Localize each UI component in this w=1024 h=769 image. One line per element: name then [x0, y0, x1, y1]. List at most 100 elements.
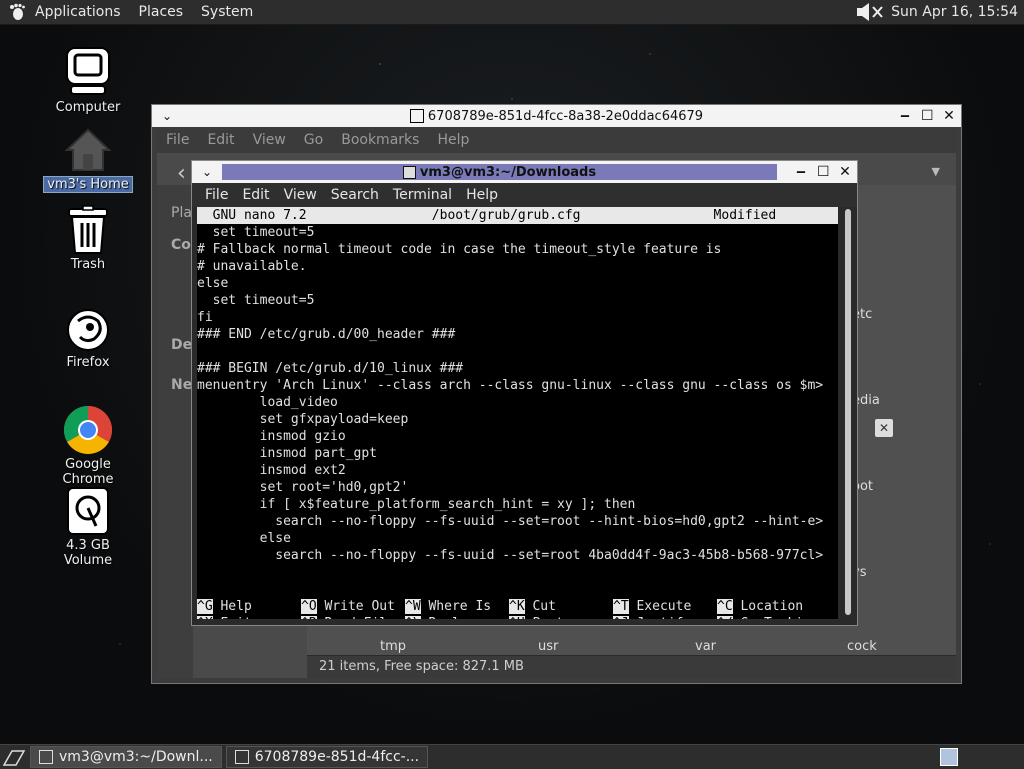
nano-shortcut-key: ^G	[197, 599, 213, 614]
nano-text-line: insmod part_gpt	[197, 446, 378, 461]
nano-editor-buffer[interactable]: set timeout=5 # Fallback normal timeout c…	[197, 224, 838, 564]
nano-shortcut-key: ^X	[197, 616, 213, 619]
term-menu-search[interactable]: Search	[324, 187, 386, 203]
nano-text-line: insmod ext2	[197, 463, 346, 478]
nano-shortcut-label: Paste	[532, 616, 571, 619]
term-menu-file[interactable]: File	[198, 187, 235, 203]
computer-icon	[66, 47, 110, 95]
terminal-scrollbar[interactable]	[844, 207, 852, 619]
nano-text-line: ### END /etc/grub.d/00_header ###	[197, 327, 456, 342]
nano-text-line: set timeout=5	[197, 293, 315, 308]
close-icon[interactable]: ✕	[839, 165, 851, 179]
toolbar-dropdown-icon[interactable]: ▼	[932, 165, 940, 178]
nano-shortcut: ^R Read File	[301, 615, 405, 619]
nano-shortcut: ^O Write Out	[301, 598, 405, 615]
sidebar-places-header: Pla	[171, 205, 192, 221]
term-menu-help[interactable]: Help	[459, 187, 505, 203]
nano-shortcut: ^T Execute	[613, 598, 717, 615]
drive-icon	[67, 487, 109, 535]
nano-shortcut: ^\ Replace	[405, 615, 509, 619]
folder-label-cockpit[interactable]: cock	[847, 639, 877, 654]
terminal-window[interactable]: ⌄ vm3@vm3:~/Downloads ‒ ☐ ✕ File Edit Vi…	[191, 160, 858, 626]
nano-text-line: else	[197, 531, 291, 546]
nano-text-line: fi	[197, 310, 213, 325]
terminal-small-icon	[402, 165, 416, 179]
folder-label-usr[interactable]: usr	[538, 639, 558, 654]
nano-shortcut: ^/ Go To Line	[717, 615, 821, 619]
nano-text-line: search --no-floppy --fs-uuid --set=root …	[197, 548, 824, 563]
file-manager-statusbar: 21 items, Free space: 827.1 MB	[307, 655, 956, 678]
nano-text-line: load_video	[197, 395, 338, 410]
close-small-icon[interactable]: ✕	[875, 419, 893, 437]
window-menu-chevron-icon[interactable]: ⌄	[202, 165, 212, 179]
desktop-icon-home[interactable]: vm3's Home	[38, 126, 138, 193]
terminal-title: vm3@vm3:~/Downloads	[419, 164, 597, 180]
nano-shortcut-label: Justify	[636, 616, 691, 619]
sidebar-network-header: Ne	[171, 377, 193, 393]
nano-shortcut-label: Write Out	[324, 599, 395, 614]
folder-label-var[interactable]: var	[695, 639, 716, 654]
desktop-icon-firefox[interactable]: Firefox	[38, 307, 138, 370]
fm-menu-view[interactable]: View	[244, 132, 295, 148]
nano-shortcut: ^G Help	[197, 598, 301, 615]
fm-menu-file[interactable]: File	[157, 132, 198, 148]
nano-shortcut-key: ^K	[509, 599, 525, 614]
desktop-icon-volume[interactable]: 4.3 GB Volume	[38, 486, 138, 568]
nano-shortcut: ^J Justify	[613, 615, 717, 619]
nano-shortcut-key: ^U	[509, 616, 525, 619]
close-icon[interactable]: ✕	[943, 109, 955, 123]
minimize-icon[interactable]: ‒	[899, 109, 911, 123]
terminal-small-icon	[39, 750, 53, 764]
fm-menu-help[interactable]: Help	[428, 132, 478, 148]
desktop-icon-chrome[interactable]: Google Chrome	[38, 405, 138, 487]
nano-shortcut-label: Read File	[324, 616, 394, 619]
volume-muted-icon[interactable]	[855, 2, 885, 22]
nano-shortcut: ^W Where Is	[405, 598, 509, 615]
system-menu[interactable]: System	[192, 0, 262, 24]
back-chevron-icon[interactable]: ‹	[177, 161, 186, 186]
nano-shortcut-label: Exit	[220, 616, 251, 619]
taskbar-item-label: 6708789e-851d-4fcc-...	[254, 749, 420, 765]
nano-text-line: if [ x$feature_platform_search_hint = xy…	[197, 497, 636, 512]
gnome-foot-icon[interactable]	[8, 3, 26, 21]
nano-shortcut-key: ^/	[717, 616, 733, 619]
window-menu-chevron-icon[interactable]: ⌄	[162, 109, 172, 123]
scrollbar-thumb[interactable]	[845, 209, 851, 615]
term-menu-view[interactable]: View	[277, 187, 324, 203]
folder-label-tmp[interactable]: tmp	[380, 639, 406, 654]
show-desktop-icon[interactable]	[2, 747, 26, 767]
desktop-icon-label: vm3's Home	[43, 176, 133, 193]
nano-text-line	[197, 343, 838, 360]
nano-shortcut-label: Where Is	[428, 599, 492, 614]
term-menu-terminal[interactable]: Terminal	[386, 187, 459, 203]
taskbar-item-terminal[interactable]: vm3@vm3:~/Downl...	[30, 746, 222, 768]
nano-shortcut-key: ^C	[717, 599, 733, 614]
terminal-titlebar[interactable]: ⌄ vm3@vm3:~/Downloads ‒ ☐ ✕	[192, 161, 857, 183]
maximize-icon[interactable]: ☐	[817, 165, 830, 179]
maximize-icon[interactable]: ☐	[921, 109, 934, 123]
nano-text-line: else	[197, 276, 229, 291]
terminal-title-bar-highlight: vm3@vm3:~/Downloads	[222, 164, 777, 180]
nano-status-line	[197, 581, 838, 598]
desktop-icon-trash[interactable]: Trash	[38, 205, 138, 272]
fm-menu-edit[interactable]: Edit	[198, 132, 243, 148]
drive-small-icon	[234, 750, 249, 764]
clock[interactable]: Sun Apr 16, 15:54	[891, 4, 1018, 20]
desktop-icon-label: Google Chrome	[62, 457, 114, 487]
desktop-icon-computer[interactable]: Computer	[38, 46, 138, 115]
nano-shortcut-key: ^T	[613, 599, 629, 614]
workspace-switcher[interactable]	[940, 748, 958, 766]
fm-menu-bookmarks[interactable]: Bookmarks	[332, 132, 428, 148]
file-manager-menubar: File Edit View Go Bookmarks Help	[157, 127, 956, 153]
minimize-icon[interactable]: ‒	[795, 165, 807, 179]
fm-menu-go[interactable]: Go	[295, 132, 332, 148]
nano-shortcut-label: Location	[740, 599, 804, 614]
terminal-screen[interactable]: GNU nano 7.2 /boot/grub/grub.cfg Modifie…	[197, 207, 838, 619]
desktop-icon-label: Firefox	[66, 355, 110, 370]
file-manager-titlebar[interactable]: ⌄ 6708789e-851d-4fcc-8a38-2e0ddac64679 ‒…	[152, 105, 961, 127]
term-menu-edit[interactable]: Edit	[235, 187, 276, 203]
taskbar-item-file-manager[interactable]: 6708789e-851d-4fcc-...	[225, 746, 429, 768]
home-icon	[64, 128, 112, 171]
applications-menu[interactable]: Applications	[26, 0, 130, 24]
places-menu[interactable]: Places	[130, 0, 193, 24]
